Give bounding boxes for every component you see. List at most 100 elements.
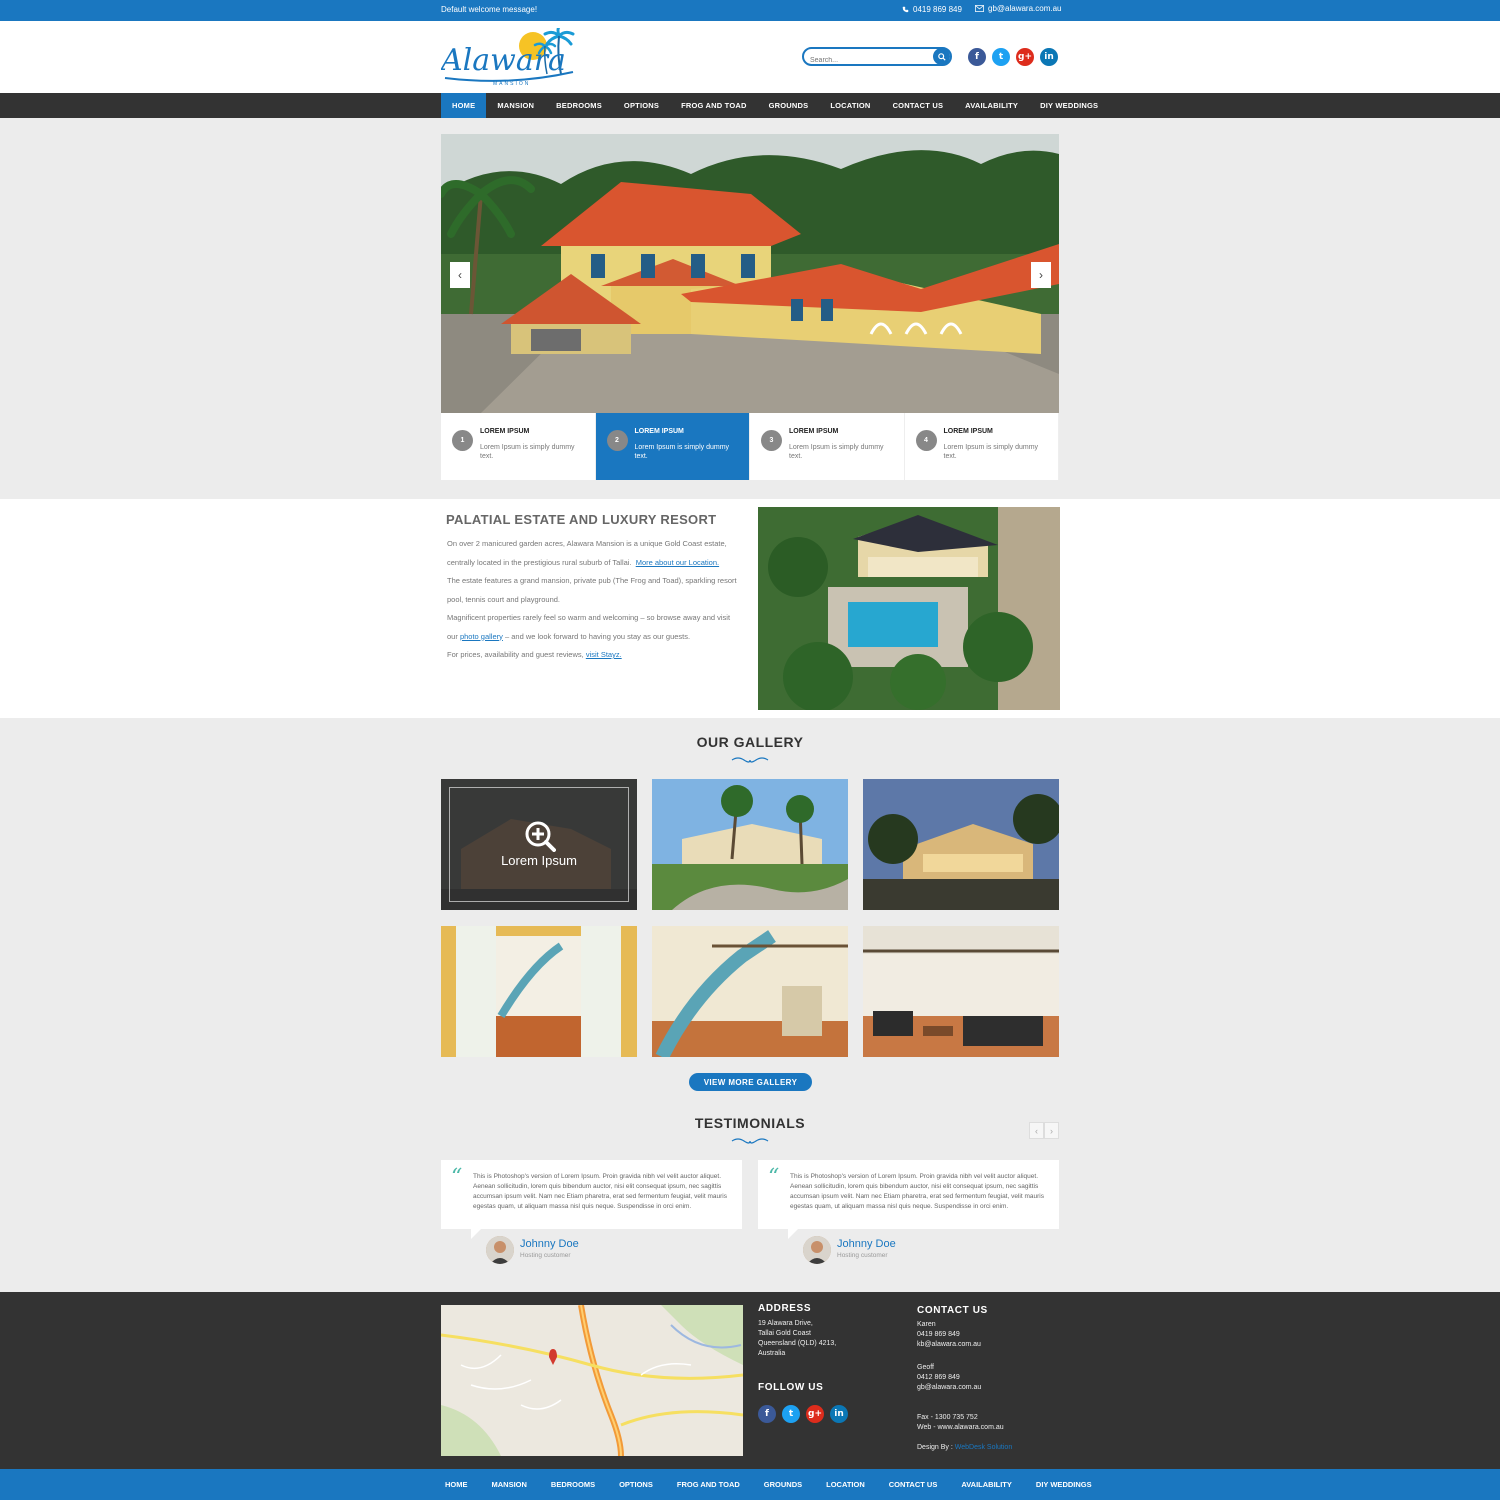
search-input[interactable] [804, 53, 929, 68]
nav-item-options[interactable]: OPTIONS [613, 93, 670, 118]
hero-image [441, 134, 1059, 413]
address-text: 19 Alawara Drive, Tallai Gold Coast Quee… [758, 1319, 836, 1359]
slide-tab-4[interactable]: 4 LOREM IPSUM Lorem Ipsum is simply dumm… [905, 413, 1059, 480]
nav-item-home[interactable]: HOME [441, 93, 487, 118]
nav-item-availability[interactable]: AVAILABILITY [954, 93, 1029, 118]
gallery-item-3[interactable] [863, 779, 1059, 910]
slide-desc: Lorem Ipsum is simply dummy text. [943, 444, 1039, 460]
author-role: Hosting customer [837, 1252, 888, 1259]
testimonial-prev-button[interactable]: ‹ [1029, 1122, 1044, 1139]
fax-web: Fax - 1300 735 752 Web - www.alawara.com… [917, 1413, 1004, 1433]
nav-item-diy-weddings[interactable]: DIY WEDDINGS [1029, 93, 1109, 118]
slide-number: 1 [452, 430, 473, 451]
facebook-icon[interactable]: f [968, 48, 986, 66]
gallery-item-1[interactable]: Lorem Ipsum [441, 779, 637, 910]
ornament-divider [731, 757, 769, 763]
contact-phone[interactable]: 0419 869 849 [917, 1330, 981, 1340]
google-plus-icon[interactable]: g+ [1016, 48, 1034, 66]
logo-wordmark: Alawara [441, 43, 566, 78]
photo-gallery-link[interactable]: photo gallery [460, 632, 503, 641]
twitter-icon[interactable]: t [992, 48, 1010, 66]
phone-icon [902, 6, 909, 13]
header-social-links: f t g+ in [968, 48, 1058, 66]
phone-text: 0419 869 849 [913, 5, 962, 14]
footer-nav-location[interactable]: LOCATION [814, 1469, 877, 1500]
contact-phone[interactable]: 0412 869 849 [917, 1373, 981, 1383]
slide-tab-3[interactable]: 3 LOREM IPSUM Lorem Ipsum is simply dumm… [750, 413, 905, 480]
email-text: gb@alawara.com.au [988, 4, 1062, 13]
gallery-item-2[interactable] [652, 779, 848, 910]
linkedin-icon[interactable]: in [1040, 48, 1058, 66]
slide-number: 3 [761, 430, 782, 451]
slide-desc: Lorem Ipsum is simply dummy text. [634, 444, 730, 460]
estate-aerial-image [758, 507, 1060, 710]
twitter-icon[interactable]: t [782, 1405, 800, 1423]
slide-title: LOREM IPSUM [634, 428, 684, 435]
bottom-nav: HOME MANSION BEDROOMS OPTIONS FROG AND T… [0, 1469, 1500, 1500]
slider-prev-button[interactable]: ‹ [450, 262, 470, 288]
footer-nav-home[interactable]: HOME [433, 1469, 480, 1500]
footer-nav-availability[interactable]: AVAILABILITY [949, 1469, 1024, 1500]
email-contact[interactable]: gb@alawara.com.au [975, 4, 1062, 13]
contact-geoff: Geoff 0412 869 849 gb@alawara.com.au [917, 1363, 981, 1393]
testimonials-title: TESTIMONIALS [694, 1115, 806, 1131]
location-map[interactable] [441, 1305, 743, 1456]
view-more-gallery-button[interactable]: VIEW MORE GALLERY [689, 1073, 812, 1091]
footer-nav-contact-us[interactable]: CONTACT US [877, 1469, 950, 1500]
ornament-divider [731, 1138, 769, 1144]
testimonial-text: This is Photoshop's version of Lorem Ips… [790, 1173, 1044, 1210]
gallery-hover-caption: Lorem Ipsum [501, 853, 577, 868]
header: Alawara MANSION f t g+ in [0, 21, 1500, 93]
contact-email[interactable]: gb@alawara.com.au [917, 1383, 981, 1393]
stayz-link[interactable]: visit Stayz. [586, 650, 622, 659]
gallery-item-5[interactable] [652, 926, 848, 1057]
testimonial-card-2: “ This is Photoshop's version of Lorem I… [758, 1160, 1059, 1239]
main-nav: HOME MANSION BEDROOMS OPTIONS FROG AND T… [0, 93, 1500, 118]
about-p4: For prices, availability and guest revie… [447, 650, 584, 659]
slide-tab-2[interactable]: 2 LOREM IPSUM Lorem Ipsum is simply dumm… [595, 413, 750, 480]
google-plus-icon[interactable]: g+ [806, 1405, 824, 1423]
about-section: PALATIAL ESTATE AND LUXURY RESORT On ove… [0, 499, 1500, 718]
contact-email[interactable]: kb@alawara.com.au [917, 1340, 981, 1350]
site-logo[interactable]: Alawara MANSION [438, 25, 581, 88]
slide-desc: Lorem Ipsum is simply dummy text. [480, 444, 575, 460]
gallery-item-4[interactable] [441, 926, 637, 1057]
contact-name: Karen [917, 1321, 936, 1328]
about-p3b: – and we look forward to having you stay… [504, 631, 691, 641]
facebook-icon[interactable]: f [758, 1405, 776, 1423]
designer-link[interactable]: WebDesk Solution [955, 1444, 1012, 1451]
about-title: PALATIAL ESTATE AND LUXURY RESORT [446, 512, 717, 527]
footer-nav-diy-weddings[interactable]: DIY WEDDINGS [1024, 1469, 1104, 1500]
web-text[interactable]: Web - www.alawara.com.au [917, 1423, 1004, 1433]
footer-nav-mansion[interactable]: MANSION [480, 1469, 539, 1500]
footer-nav-grounds[interactable]: GROUNDS [752, 1469, 814, 1500]
footer-nav-bedrooms[interactable]: BEDROOMS [539, 1469, 607, 1500]
author-name: Johnny Doe [520, 1238, 579, 1250]
slide-title: LOREM IPSUM [480, 428, 530, 435]
author-name: Johnny Doe [837, 1238, 896, 1250]
nav-item-contact-us[interactable]: CONTACT US [882, 93, 955, 118]
nav-item-location[interactable]: LOCATION [819, 93, 881, 118]
slide-number: 2 [606, 430, 628, 451]
slider-next-button[interactable]: › [1031, 262, 1051, 288]
footer: ADDRESS 19 Alawara Drive, Tallai Gold Co… [0, 1292, 1500, 1469]
slide-tab-1[interactable]: 1 LOREM IPSUM Lorem Ipsum is simply dumm… [441, 413, 596, 480]
hero-slider: ‹ › [441, 134, 1059, 413]
footer-nav-options[interactable]: OPTIONS [607, 1469, 665, 1500]
footer-social-links: f t g+ in [758, 1405, 848, 1423]
fax-text: Fax - 1300 735 752 [917, 1414, 978, 1421]
search-icon [937, 52, 946, 61]
slide-title: LOREM IPSUM [943, 428, 993, 435]
slide-number: 4 [915, 430, 937, 451]
gallery-item-6[interactable] [863, 926, 1059, 1057]
nav-item-grounds[interactable]: GROUNDS [758, 93, 820, 118]
phone-contact[interactable]: 0419 869 849 [902, 5, 962, 14]
testimonial-next-button[interactable]: › [1044, 1122, 1059, 1139]
search-button[interactable] [933, 48, 950, 65]
nav-item-bedrooms[interactable]: BEDROOMS [545, 93, 613, 118]
nav-item-mansion[interactable]: MANSION [486, 93, 545, 118]
nav-item-frog-and-toad[interactable]: FROG AND TOAD [670, 93, 758, 118]
footer-nav-frog-and-toad[interactable]: FROG AND TOAD [665, 1469, 752, 1500]
linkedin-icon[interactable]: in [830, 1405, 848, 1423]
location-link[interactable]: More about our Location. [636, 558, 719, 567]
